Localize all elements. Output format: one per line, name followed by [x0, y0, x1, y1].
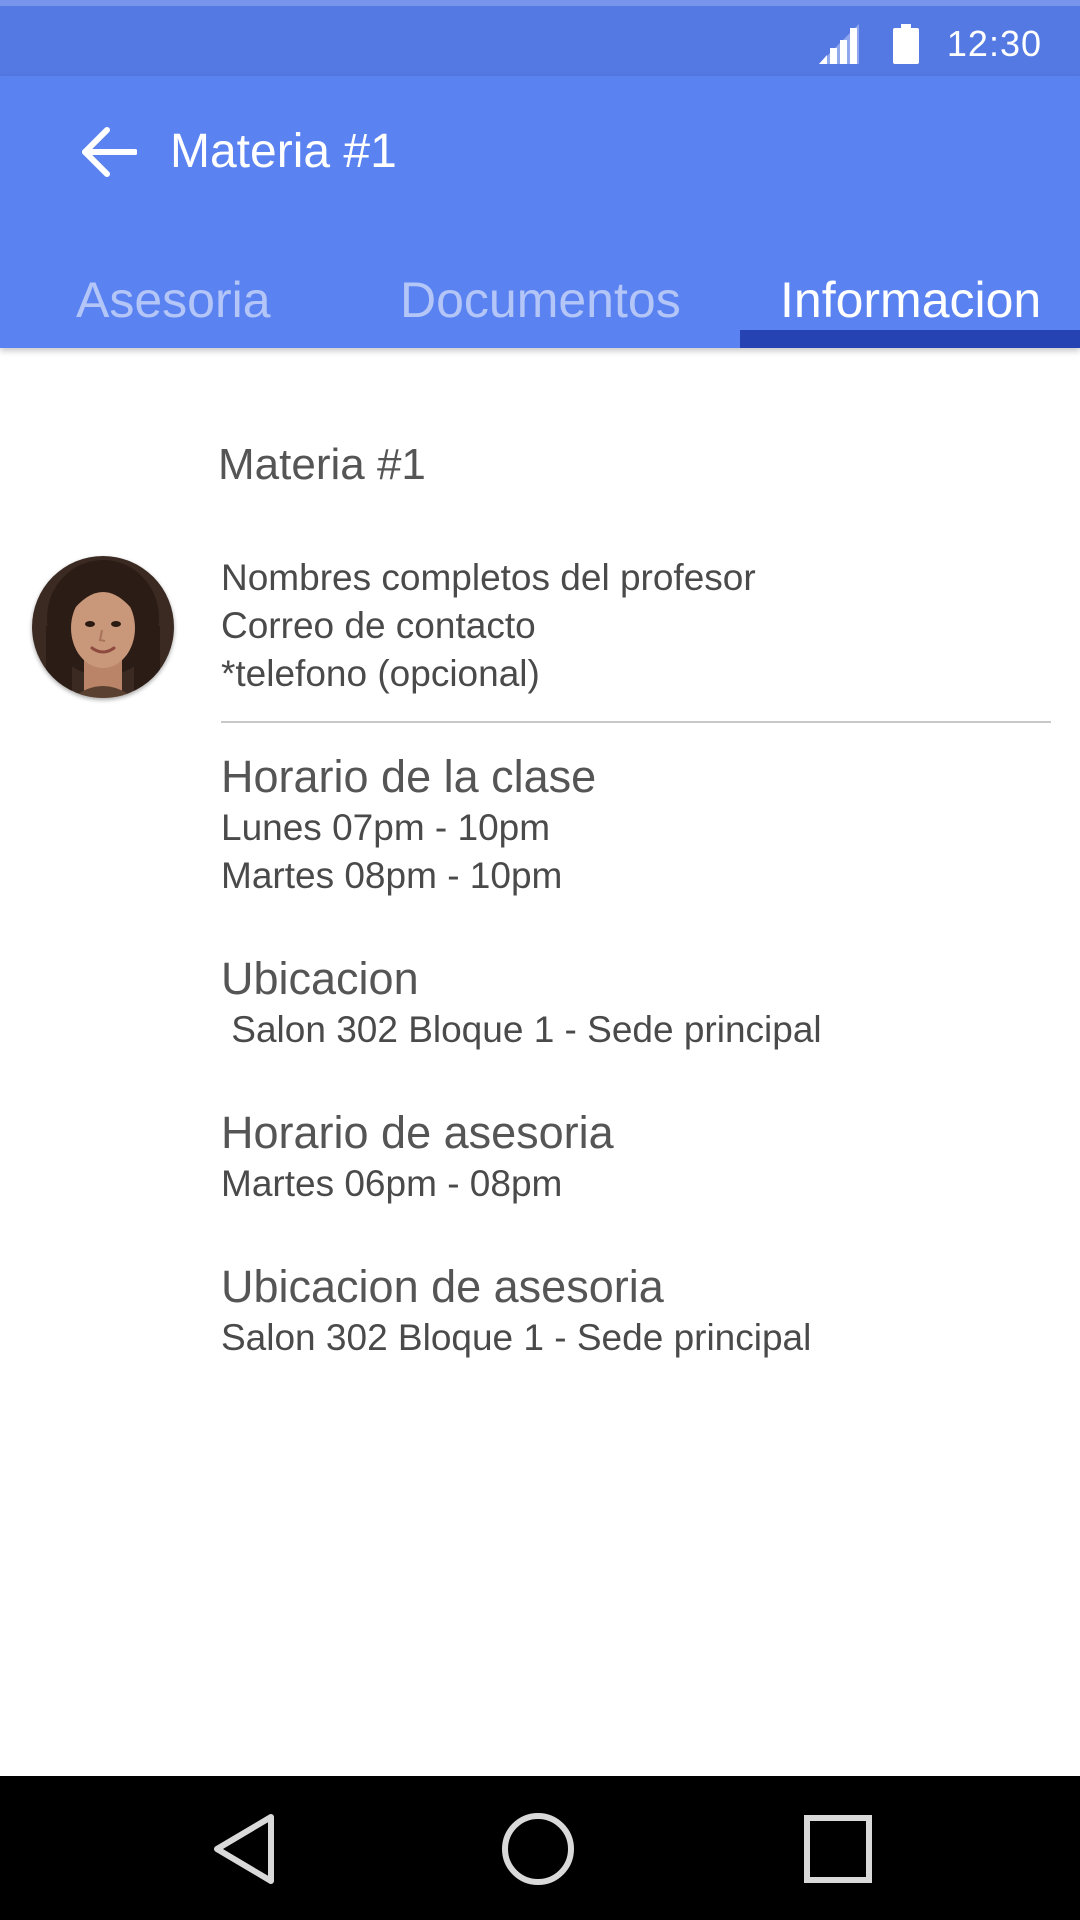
nav-home-button[interactable]	[490, 1804, 586, 1894]
tab-asesoria[interactable]: Asesoria	[76, 252, 271, 348]
section-line: Lunes 07pm - 10pm	[221, 807, 551, 848]
professor-photo	[32, 556, 174, 698]
section-title: Ubicacion	[221, 953, 419, 1004]
active-tab-indicator	[740, 330, 1080, 348]
section-line: Martes 06pm - 08pm	[221, 1163, 563, 1204]
avatar	[32, 556, 174, 698]
subject-title: Materia #1	[218, 440, 426, 489]
section-line: Martes 08pm - 10pm	[221, 855, 563, 896]
nav-home-icon	[502, 1813, 574, 1885]
system-nav-bar	[0, 1776, 1080, 1920]
nav-back-icon	[214, 1814, 274, 1884]
section-line: Salon 302 Bloque 1 - Sede principal	[221, 1317, 812, 1358]
status-bar: 12:30	[0, 0, 1080, 76]
professor-email: Correo de contacto	[221, 605, 536, 646]
section-title: Ubicacion de asesoria	[221, 1261, 664, 1312]
class-schedule-section: Horario de la clase Lunes 07pm - 10pm Ma…	[221, 750, 596, 900]
status-icons: 12:30	[818, 20, 1042, 68]
professor-phone: *telefono (opcional)	[221, 653, 540, 694]
signal-icon	[818, 24, 859, 64]
arrow-back-icon	[82, 127, 137, 177]
advising-location-section: Ubicacion de asesoria Salon 302 Bloque 1…	[221, 1260, 811, 1362]
section-title: Horario de la clase	[221, 751, 597, 802]
status-time: 12:30	[946, 23, 1042, 64]
location-section: Ubicacion Salon 302 Bloque 1 - Sede prin…	[221, 952, 822, 1054]
back-button[interactable]	[72, 120, 146, 184]
divider	[221, 721, 1051, 723]
advising-schedule-section: Horario de asesoria Martes 06pm - 08pm	[221, 1106, 614, 1208]
app-bar: Materia #1 Asesoria Documentos Informaci…	[0, 76, 1080, 348]
battery-icon	[892, 24, 919, 64]
professor-name: Nombres completos del profesor	[221, 557, 756, 598]
section-line: Salon 302 Bloque 1 - Sede principal	[221, 1009, 822, 1050]
screen: 12:30 Materia #1 Asesoria Documentos Inf…	[0, 0, 1080, 1920]
section-title: Horario de asesoria	[221, 1107, 614, 1158]
tab-documentos[interactable]: Documentos	[400, 252, 681, 348]
nav-back-button[interactable]	[196, 1804, 292, 1894]
nav-recents-button[interactable]	[790, 1804, 886, 1894]
nav-recents-icon	[804, 1815, 872, 1883]
professor-info: Nombres completos del profesor Correo de…	[221, 554, 756, 698]
app-bar-title: Materia #1	[170, 125, 397, 178]
